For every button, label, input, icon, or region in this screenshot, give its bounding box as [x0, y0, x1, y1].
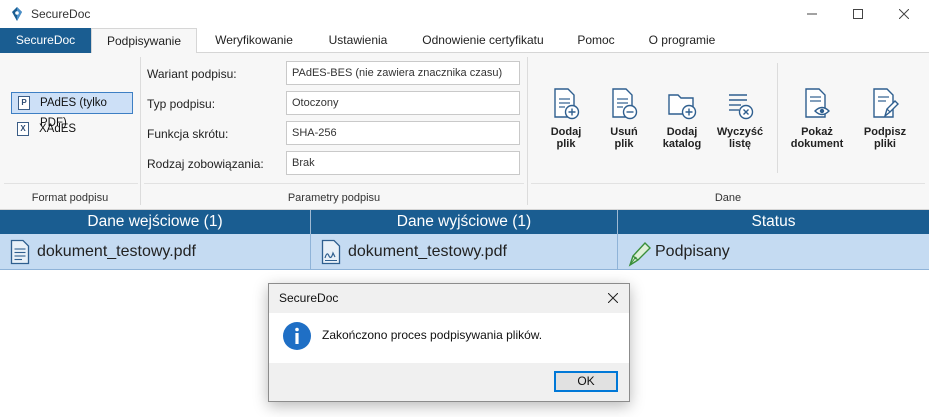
data-group-divider — [531, 183, 925, 184]
column-header-status[interactable]: Status — [618, 210, 929, 234]
table-row[interactable]: dokument_testowy.pdf dokument_testowy.pd… — [0, 234, 929, 270]
remove-file-button[interactable]: Usuń plik — [596, 87, 652, 150]
hash-function-label: Funkcja skrótu: — [147, 127, 229, 141]
column-header-input[interactable]: Dane wejściowe (1) — [0, 210, 311, 234]
add-file-label: Dodaj plik — [550, 126, 582, 150]
maximize-icon — [853, 9, 863, 19]
info-icon — [283, 322, 311, 350]
tab-o-programie[interactable]: O programie — [636, 28, 728, 53]
pades-file-icon: P — [18, 96, 30, 110]
tab-weryfikowanie[interactable]: Weryfikowanie — [199, 28, 309, 53]
file-table-header: Dane wejściowe (1) Dane wyjściowe (1) St… — [0, 210, 929, 234]
close-icon — [608, 293, 618, 303]
dialog-message: Zakończono proces podpisywania plików. — [322, 328, 543, 342]
params-group-divider — [144, 183, 524, 184]
hash-function-select[interactable]: SHA-256 — [286, 121, 520, 145]
title-bar: SecureDoc — [0, 0, 929, 28]
sign-files-icon — [873, 88, 899, 118]
ribbon: P PAdES (tylko PDF) X XAdES Format podpi… — [0, 53, 929, 210]
tab-ustawienia[interactable]: Ustawienia — [313, 28, 403, 53]
signature-type-select[interactable]: Otoczony — [286, 91, 520, 115]
show-document-icon — [805, 88, 830, 118]
add-file-button[interactable]: Dodaj plik — [538, 87, 594, 150]
clear-list-button[interactable]: Wyczyść listę — [712, 87, 768, 150]
add-folder-label: Dodaj katalog — [662, 126, 702, 150]
column-header-output[interactable]: Dane wyjściowe (1) — [311, 210, 618, 234]
add-folder-button[interactable]: Dodaj katalog — [654, 87, 710, 150]
dialog-close-button[interactable] — [603, 288, 623, 308]
show-document-label: Pokaż dokument — [790, 126, 844, 150]
minimize-button[interactable] — [789, 0, 835, 28]
dialog-title: SecureDoc — [279, 291, 339, 305]
signed-document-icon — [321, 239, 341, 265]
pades-format-option[interactable]: P PAdES (tylko PDF) — [11, 92, 133, 129]
commitment-type-label: Rodzaj zobowiązania: — [147, 157, 264, 171]
commitment-type-select[interactable]: Brak — [286, 151, 520, 175]
close-window-button[interactable] — [881, 0, 927, 28]
tab-odnowienie-certyfikatu[interactable]: Odnowienie certyfikatu — [408, 28, 558, 53]
clear-list-icon — [729, 94, 754, 120]
minimize-icon — [807, 13, 817, 15]
show-document-button[interactable]: Pokaż dokument — [787, 87, 847, 150]
xades-file-icon: X — [17, 122, 29, 136]
group-separator — [527, 57, 528, 205]
completion-dialog: SecureDoc Zakończono proces podpisywania… — [268, 283, 630, 402]
status-text: Podpisany — [655, 243, 730, 260]
menu-tabs: SecureDoc Podpisywanie Weryfikowanie Ust… — [0, 28, 929, 54]
row-divider — [0, 269, 929, 270]
sign-files-label: Podpisz pliki — [863, 126, 907, 150]
remove-file-icon — [612, 88, 638, 120]
format-group-divider — [4, 183, 138, 184]
window-title: SecureDoc — [31, 7, 91, 21]
sign-files-button[interactable]: Podpisz pliki — [857, 87, 913, 150]
signature-variant-select[interactable]: PAdES-BES (nie zawiera znacznika czasu) — [286, 61, 520, 85]
ok-button[interactable]: OK — [554, 371, 618, 392]
add-file-icon — [554, 88, 580, 120]
params-group-label: Parametry podpisu — [287, 192, 381, 204]
signature-variant-label: Wariant podpisu: — [147, 67, 237, 81]
xades-format-option[interactable]: X XAdES — [11, 119, 133, 141]
group-separator — [140, 57, 141, 205]
output-file-name: dokument_testowy.pdf — [348, 243, 507, 260]
input-file-name: dokument_testowy.pdf — [37, 243, 196, 260]
output-file-cell[interactable]: dokument_testowy.pdf — [311, 234, 618, 270]
tab-pomoc[interactable]: Pomoc — [566, 28, 626, 53]
app-window: SecureDoc SecureDoc Podpisywanie Weryfik… — [0, 0, 929, 417]
signature-type-label: Typ podpisu: — [147, 97, 216, 111]
data-group-label: Dane — [714, 192, 742, 204]
add-folder-icon — [668, 94, 697, 120]
document-icon — [10, 239, 30, 265]
format-group-label: Format podpisu — [31, 192, 109, 204]
close-icon — [899, 9, 909, 19]
tab-securedoc[interactable]: SecureDoc — [0, 28, 91, 53]
signed-pen-icon — [628, 241, 651, 267]
xades-label: XAdES — [39, 123, 77, 135]
input-file-cell[interactable]: dokument_testowy.pdf — [0, 234, 311, 270]
maximize-button[interactable] — [835, 0, 881, 28]
securedoc-logo-icon — [12, 7, 22, 21]
group-separator — [777, 63, 778, 173]
clear-list-label: Wyczyść listę — [716, 126, 764, 150]
dialog-body: Zakończono proces podpisywania plików. — [269, 313, 629, 363]
tab-podpisywanie[interactable]: Podpisywanie — [91, 28, 197, 54]
status-cell[interactable]: Podpisany — [618, 234, 929, 270]
remove-file-label: Usuń plik — [610, 126, 638, 150]
